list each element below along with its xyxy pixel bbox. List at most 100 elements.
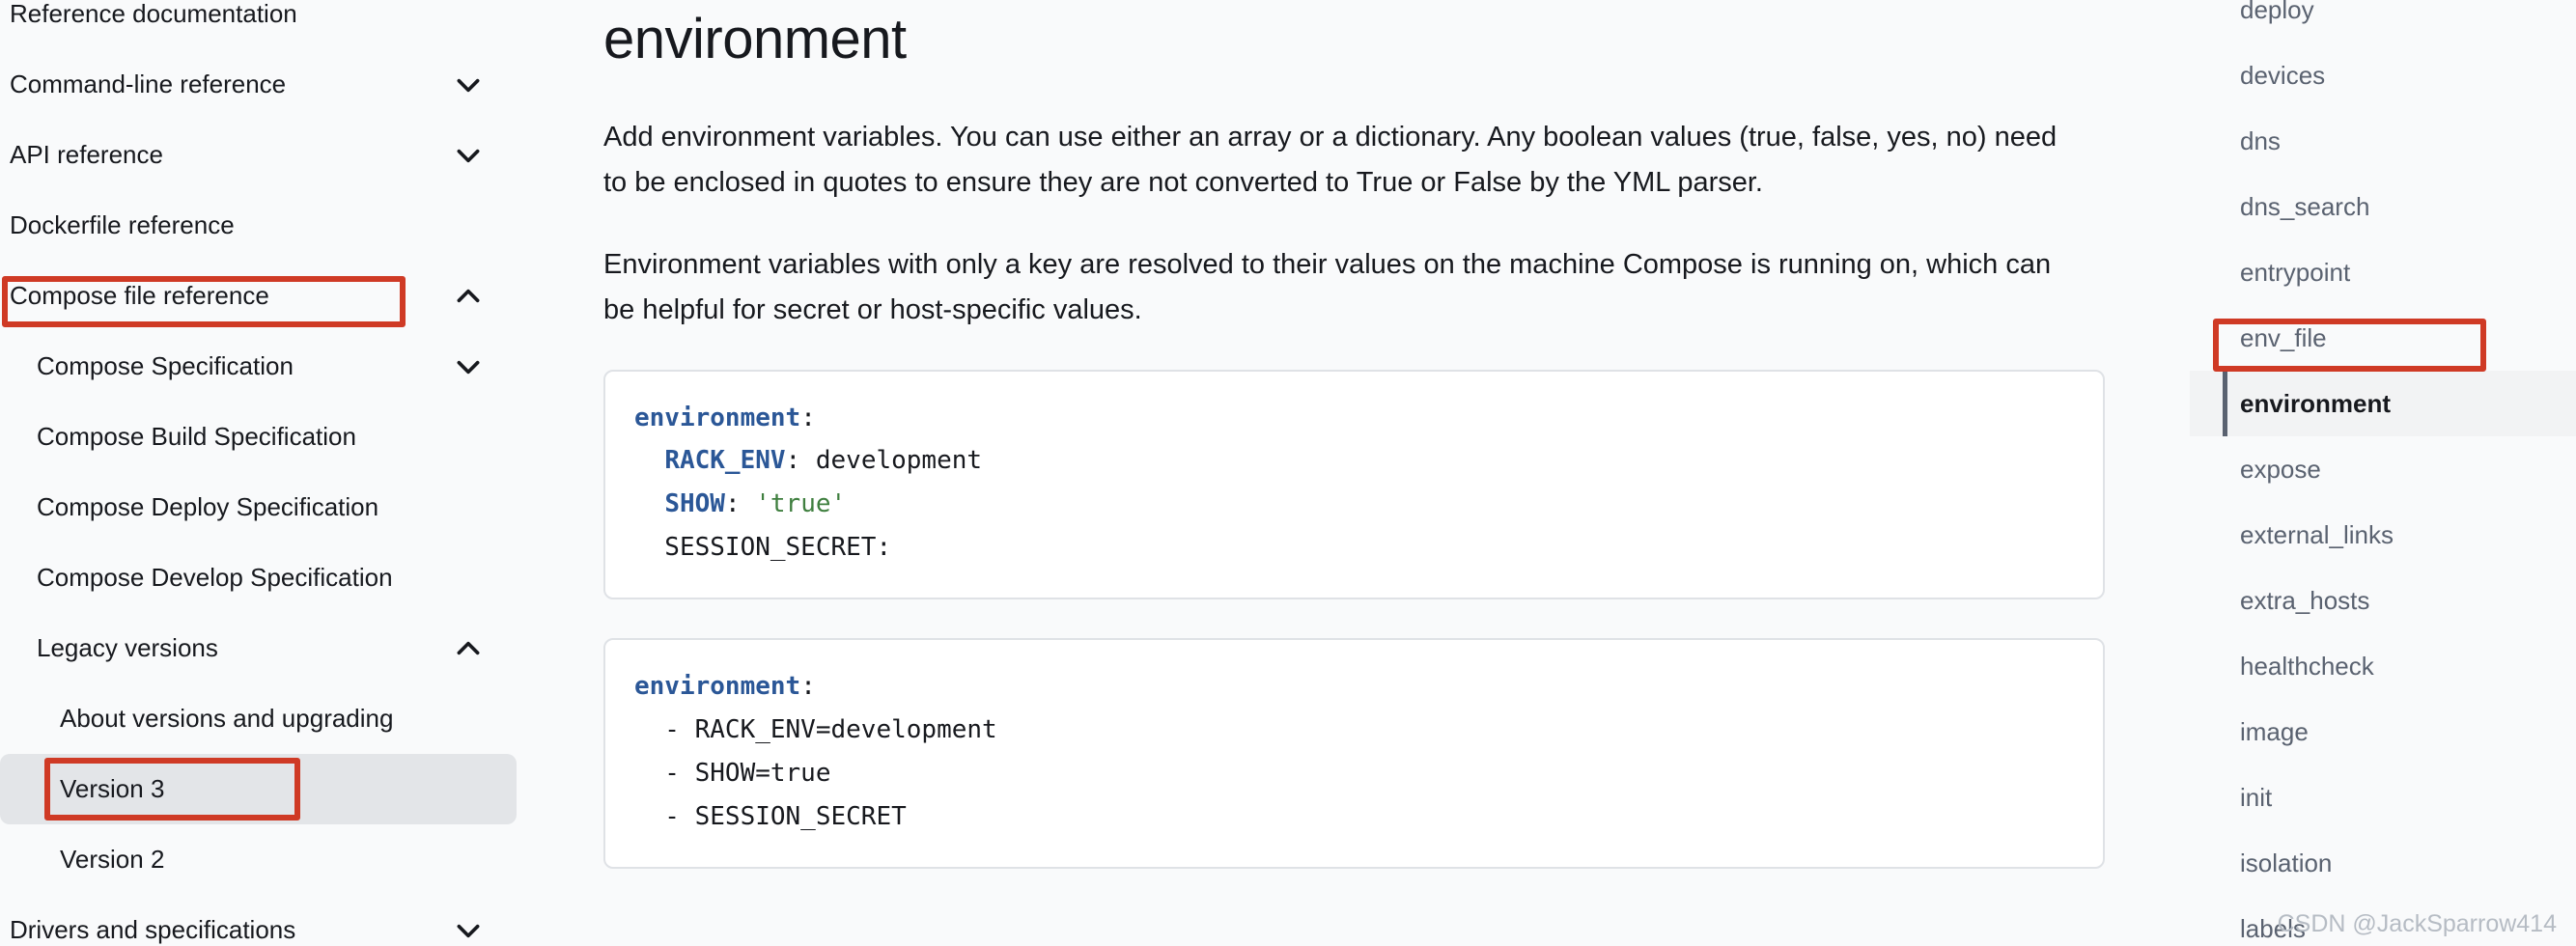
csdn-watermark: CSDN @JackSparrow414: [2277, 910, 2557, 937]
code-token: development: [800, 446, 983, 476]
sidebar-item-label: Drivers and specifications: [10, 914, 296, 944]
sidebar-item-version-3[interactable]: Version 3: [0, 754, 517, 824]
toc-item-external_links[interactable]: external_links: [2190, 502, 2576, 568]
toc-item-label: dns_search: [2240, 191, 2370, 221]
code-token: :: [724, 489, 741, 518]
sidebar-item-label: Compose Build Specification: [37, 421, 356, 451]
code-line: - RACK_ENV=development: [634, 709, 2074, 752]
sidebar-item-compose-develop-specification[interactable]: Compose Develop Specification: [0, 543, 541, 613]
article-body: Add environment variables. You can use e…: [603, 115, 2100, 333]
sidebar-item-label: Dockerfile reference: [10, 209, 235, 239]
code-line: SHOW: 'true': [634, 483, 2074, 526]
code-token: :: [800, 403, 816, 432]
sidebar-item-api-reference[interactable]: API reference: [0, 120, 541, 190]
code-line: environment:: [634, 665, 2074, 709]
code-block: environment: - RACK_ENV=development - SH…: [603, 638, 2105, 870]
toc-item-dns[interactable]: dns: [2190, 108, 2576, 174]
sidebar-item-legacy-versions[interactable]: Legacy versions: [0, 613, 541, 683]
paragraph: Environment variables with only a key ar…: [603, 248, 2052, 325]
code-token: - RACK_ENV=development: [634, 715, 997, 745]
chevron-up-icon[interactable]: [454, 634, 483, 663]
sidebar-item-version-2[interactable]: Version 2: [0, 824, 541, 895]
sidebar-item-command-line-reference[interactable]: Command-line reference: [0, 49, 541, 120]
left-nav-list: Reference documentation Command-line refe…: [0, 0, 541, 946]
sidebar-item-reference-documentation[interactable]: Reference documentation: [0, 0, 541, 49]
toc-item-healthcheck[interactable]: healthcheck: [2190, 633, 2576, 699]
toc-item-label: dns: [2240, 125, 2281, 155]
toc-item-label: isolation: [2240, 848, 2333, 877]
sidebar-item-compose-specification[interactable]: Compose Specification: [0, 331, 541, 402]
chevron-down-icon[interactable]: [454, 141, 483, 170]
toc-item-label: deploy: [2240, 0, 2314, 24]
main-content: environment Add environment variables. Y…: [541, 0, 2190, 946]
code-token: SESSION_SECRET:: [634, 532, 892, 562]
toc-item-environment[interactable]: environment: [2190, 371, 2576, 436]
page-title: environment: [603, 8, 907, 70]
sidebar-item-compose-file-reference[interactable]: Compose file reference: [0, 261, 541, 331]
sidebar-item-label: API reference: [10, 139, 163, 169]
right-table-of-contents: deploy devices dns dns_search entrypoint env_…: [2190, 0, 2576, 946]
sidebar-item-label: Legacy versions: [37, 632, 218, 662]
chevron-up-icon[interactable]: [454, 282, 483, 311]
toc-item-label: devices: [2240, 60, 2326, 90]
left-sidebar-nav: Reference documentation Command-line refe…: [0, 0, 541, 946]
code-token: environment: [634, 403, 801, 432]
code-line: SESSION_SECRET:: [634, 526, 2074, 570]
code-token: environment: [634, 672, 801, 702]
sidebar-item-compose-build-specification[interactable]: Compose Build Specification: [0, 402, 541, 472]
code-token: 'true': [755, 489, 847, 518]
code-examples: environment: RACK_ENV: development SHOW:…: [603, 369, 2105, 870]
sidebar-item-drivers-and-specifications[interactable]: Drivers and specifications: [0, 895, 541, 946]
toc-item-label: image: [2240, 716, 2309, 746]
toc-item-env_file[interactable]: env_file: [2190, 305, 2576, 371]
toc-list: deploy devices dns dns_search entrypoint env_…: [2190, 0, 2576, 946]
toc-item-init[interactable]: init: [2190, 765, 2576, 830]
toc-item-label: env_file: [2240, 322, 2327, 352]
documentation-page: Reference documentation Command-line refe…: [0, 0, 2576, 946]
sidebar-item-about-versions-and-upgrading[interactable]: About versions and upgrading: [0, 683, 541, 754]
code-token: - SESSION_SECRET: [634, 801, 907, 831]
code-token: - SHOW=true: [634, 758, 831, 788]
code-token: :: [800, 672, 816, 702]
sidebar-item-label: About versions and upgrading: [60, 703, 394, 733]
sidebar-item-label: Compose Deploy Specification: [37, 491, 379, 521]
chevron-down-icon[interactable]: [454, 70, 483, 99]
toc-item-entrypoint[interactable]: entrypoint: [2190, 239, 2576, 305]
sidebar-item-label: Version 3: [60, 773, 165, 803]
code-line: - SESSION_SECRET: [634, 795, 2074, 839]
code-block: environment: RACK_ENV: development SHOW:…: [603, 369, 2105, 600]
toc-item-label: healthcheck: [2240, 651, 2374, 681]
toc-item-dns_search[interactable]: dns_search: [2190, 174, 2576, 239]
chevron-down-icon[interactable]: [454, 352, 483, 381]
code-line: - SHOW=true: [634, 752, 2074, 795]
toc-item-label: entrypoint: [2240, 257, 2351, 287]
toc-item-expose[interactable]: expose: [2190, 436, 2576, 502]
sidebar-item-label: Compose Develop Specification: [37, 562, 393, 592]
sidebar-item-label: Compose Specification: [37, 350, 294, 380]
sidebar-item-label: Compose file reference: [10, 280, 269, 310]
toc-item-label: expose: [2240, 454, 2321, 484]
toc-item-deploy[interactable]: deploy: [2190, 0, 2576, 42]
sidebar-item-label: Version 2: [60, 844, 165, 874]
toc-item-isolation[interactable]: isolation: [2190, 830, 2576, 896]
code-token: :: [785, 446, 801, 476]
code-token: RACK_ENV: [664, 446, 786, 476]
paragraph: Add environment variables. You can use e…: [603, 121, 2058, 198]
toc-item-label: extra_hosts: [2240, 585, 2370, 615]
code-token: SHOW: [664, 489, 725, 518]
sidebar-item-dockerfile-reference[interactable]: Dockerfile reference: [0, 190, 541, 261]
sidebar-item-label: Reference documentation: [10, 0, 297, 28]
code-line: RACK_ENV: development: [634, 439, 2074, 483]
toc-item-image[interactable]: image: [2190, 699, 2576, 765]
sidebar-item-label: Command-line reference: [10, 69, 287, 98]
chevron-down-icon[interactable]: [454, 916, 483, 945]
toc-item-devices[interactable]: devices: [2190, 42, 2576, 108]
sidebar-item-compose-deploy-specification[interactable]: Compose Deploy Specification: [0, 472, 541, 543]
toc-item-extra_hosts[interactable]: extra_hosts: [2190, 568, 2576, 633]
toc-item-label: external_links: [2240, 519, 2394, 549]
toc-item-label: init: [2240, 782, 2273, 812]
toc-item-label: environment: [2240, 388, 2392, 418]
